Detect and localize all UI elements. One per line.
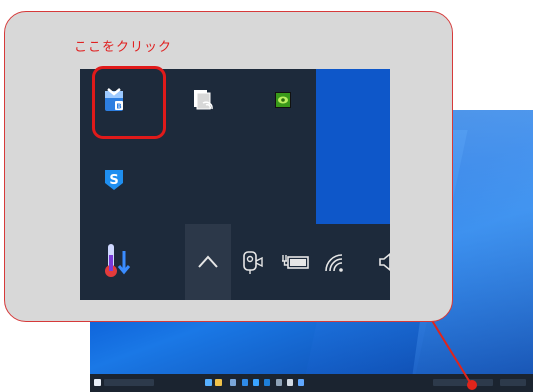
svg-text:S: S [109, 173, 118, 188]
taskbar-app-icon[interactable] [264, 379, 270, 386]
security-shield-s-icon[interactable]: S [102, 167, 126, 193]
taskbar-app-icon[interactable] [287, 379, 293, 386]
taskbar-app-icon[interactable] [215, 379, 222, 386]
temperature-icon[interactable] [100, 241, 134, 281]
clock-area[interactable] [500, 379, 526, 386]
start-button[interactable] [94, 379, 101, 386]
chevron-up-icon[interactable] [195, 251, 221, 273]
taskbar-app-icon[interactable] [230, 379, 236, 386]
taskbar-app-icon[interactable] [242, 379, 248, 386]
document-scanner-icon[interactable] [190, 87, 216, 113]
nvidia-icon[interactable] [272, 89, 294, 111]
wifi-icon[interactable] [320, 249, 350, 275]
taskbar-app-icon[interactable] [205, 379, 212, 386]
volume-icon[interactable] [378, 249, 390, 275]
webcam-icon[interactable] [240, 247, 264, 277]
taskbar-app-icon[interactable] [298, 379, 304, 386]
system-tray-icons [433, 379, 493, 386]
click-target-marker [467, 380, 477, 390]
click-highlight-box [92, 66, 166, 139]
battery-icon[interactable] [280, 251, 312, 273]
taskbar-app-icon[interactable] [276, 379, 282, 386]
instruction-label: ここをクリック [74, 40, 173, 55]
search-box[interactable] [104, 379, 154, 386]
taskbar-app-icon[interactable] [253, 379, 259, 386]
